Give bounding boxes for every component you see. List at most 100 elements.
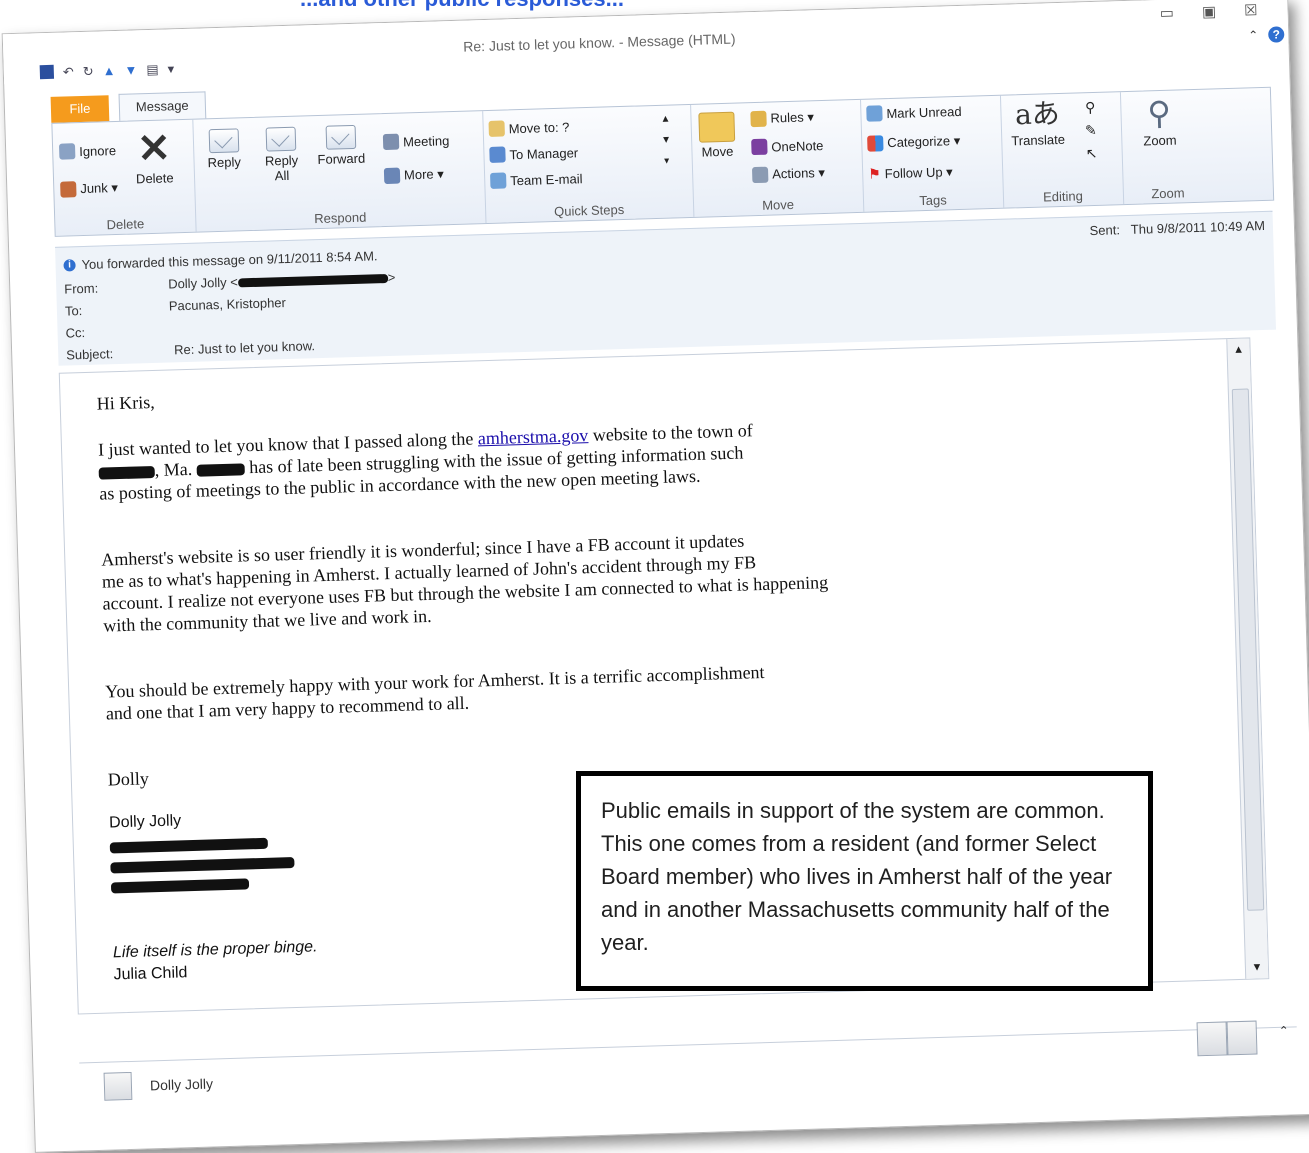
ribbon: Ignore Junk ▾ ✕ Delete Delete Reply Repl… (51, 86, 1275, 237)
redacted-town (98, 465, 155, 480)
collapse-ribbon-icon[interactable]: ⌃ (1248, 28, 1258, 42)
group-respond: Reply Reply All Forward Meeting More ▾ R… (192, 111, 487, 232)
redacted-line-2 (110, 857, 295, 874)
from-value[interactable]: Dolly Jolly < > (168, 270, 396, 292)
scroll-up-button[interactable]: ▲ (1229, 341, 1248, 360)
forward-info-bar[interactable]: i You forwarded this message on 9/11/201… (63, 248, 378, 272)
scroll-down-button[interactable]: ▼ (1248, 958, 1267, 977)
group-editing: aあ Translate ⚲ ✎ ↖ Editing (999, 92, 1125, 208)
subject-label: Subject: (66, 346, 114, 363)
window-title: Re: Just to let you know. - Message (HTM… (463, 30, 736, 55)
more-button[interactable]: More ▾ (383, 166, 444, 185)
scroll-down-icon[interactable]: ▼ (661, 135, 671, 146)
group-move: Move Rules ▾ OneNote Actions ▾ Move (690, 99, 865, 217)
actions-button[interactable]: Actions ▾ (751, 164, 826, 184)
to-value[interactable]: Pacunas, Kristopher (169, 295, 286, 313)
meeting-button[interactable]: Meeting (382, 132, 450, 151)
window-controls: ▭ ▣ ☒ (1159, 1, 1258, 22)
categorize-icon (867, 135, 884, 152)
customize-toolbar-icon[interactable]: ▾ (167, 61, 174, 77)
quicksteps-scroll[interactable]: ▲ ▼ ▾ (660, 114, 671, 167)
minimize-button[interactable]: ▭ (1159, 4, 1175, 22)
magnifier-icon: ⚲ (1146, 94, 1172, 132)
expand-gallery-icon[interactable]: ▾ (664, 156, 669, 167)
move-label: Move (701, 143, 734, 160)
undo-icon[interactable]: ↶ (63, 64, 74, 80)
tab-message[interactable]: Message (118, 91, 207, 121)
move-button[interactable]: Move (698, 111, 736, 160)
contact-avatar-1[interactable] (1196, 1021, 1228, 1057)
scroll-up-icon[interactable]: ▲ (660, 114, 670, 125)
help-area: ⌃ ? (1248, 26, 1285, 43)
more-icon (383, 167, 401, 185)
rules-button[interactable]: Rules ▾ (750, 109, 814, 128)
delete-x-icon: ✕ (136, 126, 172, 172)
junk-icon (60, 181, 77, 198)
translate-button[interactable]: aあ Translate (1010, 96, 1065, 148)
translate-icon: aあ (1014, 96, 1061, 132)
quickstep-team-email[interactable]: Team E-mail (490, 170, 583, 189)
categorize-button[interactable]: Categorize ▾ (867, 133, 961, 152)
amherst-link[interactable]: amherstma.gov (478, 425, 589, 448)
actions-icon (751, 166, 769, 184)
reply-button[interactable]: Reply (207, 128, 241, 170)
group-label-zoom: Zoom (1151, 185, 1185, 202)
from-label: From: (64, 280, 99, 297)
group-label-delete: Delete (106, 216, 145, 233)
reply-icon (208, 128, 239, 154)
reply-all-button[interactable]: Reply All (261, 126, 303, 184)
expand-people-pane-icon[interactable]: ⌃ (1279, 1024, 1289, 1038)
ignore-button[interactable]: Ignore (58, 142, 116, 160)
tab-file[interactable]: File (50, 95, 110, 123)
group-label-tags: Tags (919, 192, 947, 209)
redacted-signature-block (109, 837, 295, 894)
flag-icon: ⚑ (867, 165, 882, 182)
up-arrow-icon[interactable]: ▲ (102, 63, 115, 79)
quickstep-move-to[interactable]: Move to: ? (488, 119, 570, 137)
quickstep-to-manager[interactable]: To Manager (489, 144, 578, 163)
replace-icon[interactable]: ✎ (1085, 122, 1097, 139)
select-icon[interactable]: ↖ (1085, 145, 1097, 162)
print-icon[interactable]: ▤ (146, 62, 159, 78)
redo-icon[interactable]: ↻ (83, 64, 94, 80)
sent-line: Sent: Thu 9/8/2011 10:49 AM (1089, 218, 1265, 238)
sent-label: Sent: (1089, 222, 1121, 239)
down-arrow-icon[interactable]: ▼ (124, 62, 137, 78)
close-button[interactable]: ☒ (1244, 1, 1258, 19)
delete-button[interactable]: ✕ Delete (135, 126, 174, 186)
sender-avatar[interactable] (103, 1071, 133, 1101)
mark-unread-label: Mark Unread (886, 103, 962, 121)
mark-unread-button[interactable]: Mark Unread (866, 103, 962, 122)
people-pane-name[interactable]: Dolly Jolly (150, 1076, 213, 1094)
paragraph-1: I just wanted to let you know that I pas… (98, 419, 755, 504)
p1-text-c: , Ma. (154, 458, 197, 480)
closing: Dolly (107, 768, 150, 790)
rules-icon (750, 110, 767, 128)
to-manager-icon (489, 146, 506, 163)
find-icon[interactable]: ⚲ (1085, 99, 1096, 116)
meeting-label: Meeting (402, 132, 450, 149)
editing-tools: ⚲ ✎ ↖ (1084, 99, 1098, 162)
forward-button[interactable]: Forward (317, 124, 365, 167)
follow-up-button[interactable]: ⚑ Follow Up ▾ (868, 163, 953, 182)
contact-avatar-2[interactable] (1226, 1020, 1258, 1056)
help-icon[interactable]: ? (1268, 26, 1285, 43)
to-manager-label: To Manager (509, 144, 579, 162)
onenote-button[interactable]: OneNote (751, 137, 824, 156)
group-label-editing: Editing (1042, 188, 1084, 205)
save-icon[interactable] (39, 64, 55, 80)
mark-unread-icon (866, 105, 883, 122)
forward-icon (325, 124, 357, 150)
redacted-email (237, 274, 388, 288)
actions-label: Actions ▾ (771, 164, 826, 182)
move-to-label: Move to: ? (508, 119, 570, 136)
junk-button[interactable]: Junk ▾ (60, 180, 118, 198)
maximize-button[interactable]: ▣ (1202, 2, 1217, 20)
vertical-scrollbar[interactable]: ▲ ▼ (1226, 338, 1269, 979)
zoom-button[interactable]: ⚲ Zoom (1142, 95, 1177, 149)
team-email-icon (490, 172, 507, 189)
quick-access-toolbar: ↶ ↻ ▲ ▼ ▤ ▾ (39, 61, 175, 81)
scroll-thumb[interactable] (1231, 388, 1265, 911)
greeting: Hi Kris, (96, 391, 155, 414)
group-zoom: ⚲ Zoom Zoom (1120, 90, 1213, 205)
